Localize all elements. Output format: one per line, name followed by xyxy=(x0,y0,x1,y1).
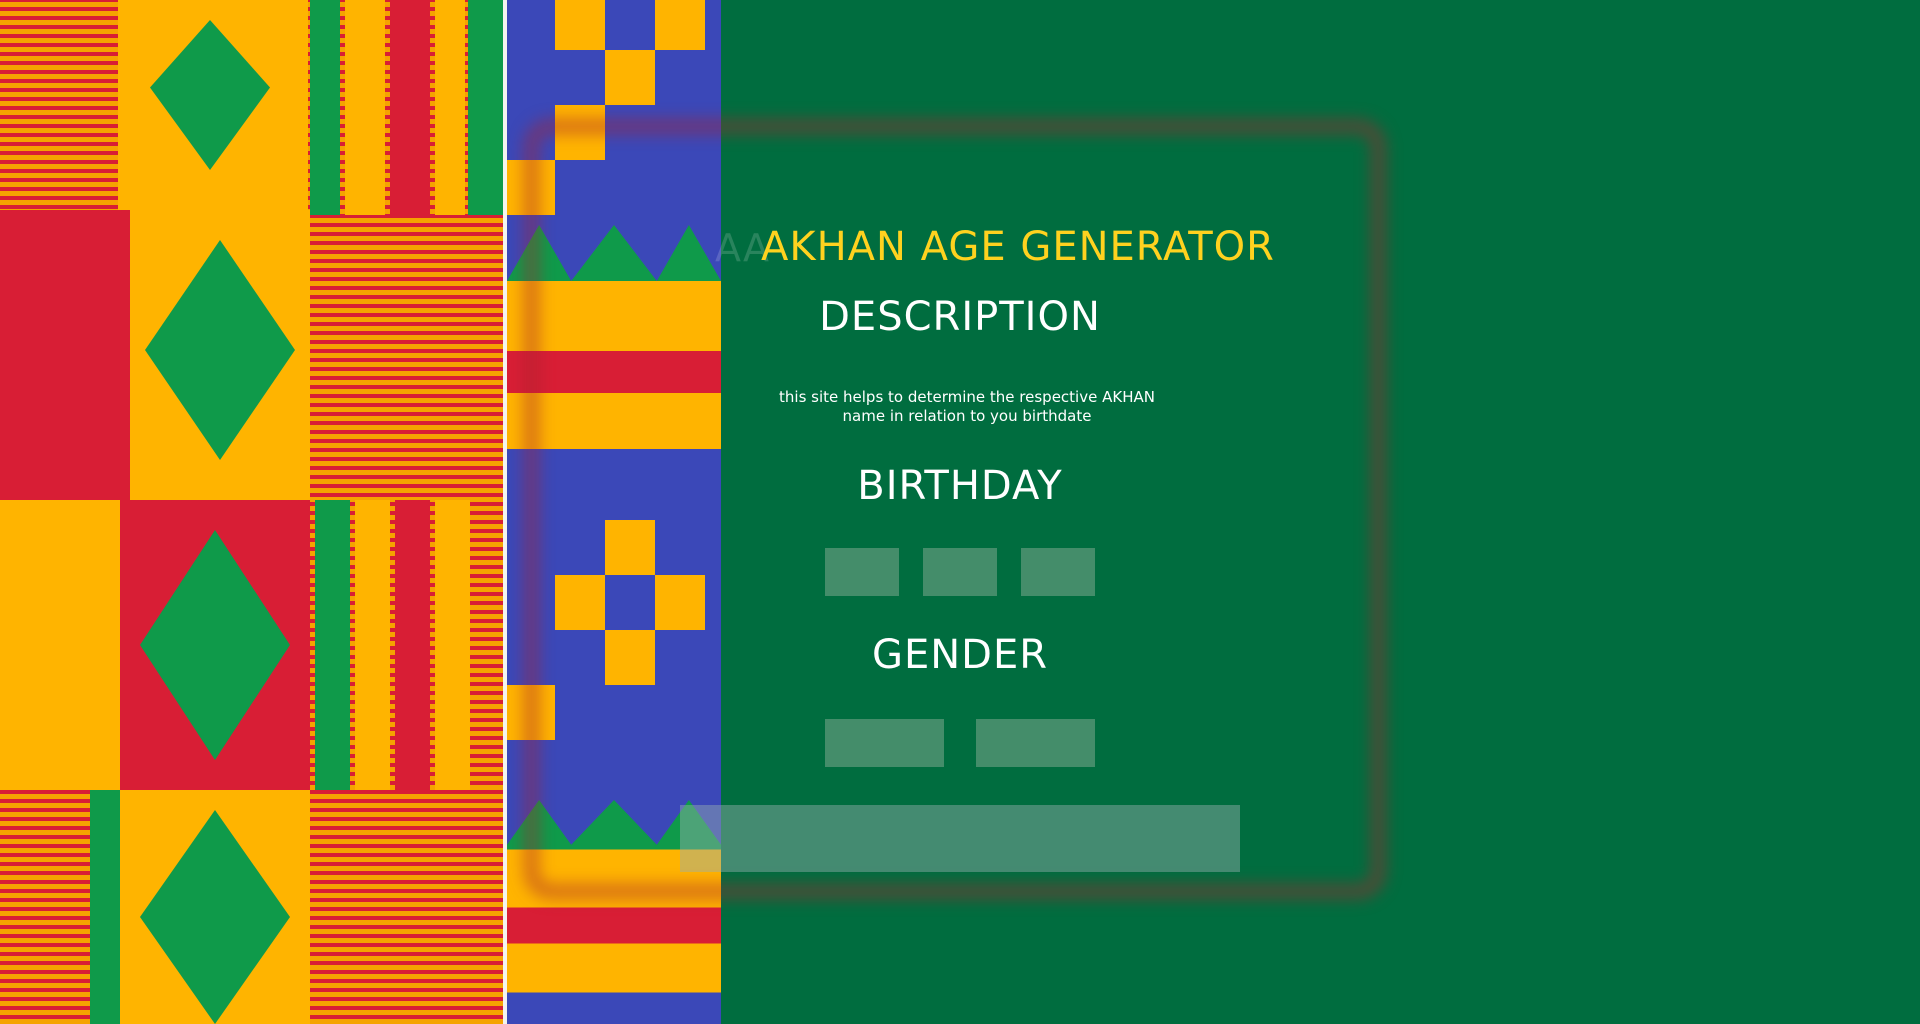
kente-gold-stripe xyxy=(435,500,470,790)
kente-gold-check xyxy=(555,0,605,50)
birthday-heading: BIRTHDAY xyxy=(857,463,1063,509)
page-title: AKHAN AGE GENERATOR xyxy=(761,224,1275,270)
kente-green-stripe xyxy=(315,500,350,790)
gender-male-input[interactable] xyxy=(825,719,944,767)
description-heading: DESCRIPTION xyxy=(819,294,1101,340)
kente-gold-stripe xyxy=(435,0,465,215)
kente-gold-check xyxy=(655,0,705,50)
description-text: this site helps to determine the respect… xyxy=(779,388,1155,425)
kente-red-block xyxy=(0,210,130,500)
kente-gold-check xyxy=(605,50,655,105)
gender-heading: GENDER xyxy=(871,632,1049,678)
birthday-year-input[interactable] xyxy=(1021,548,1095,596)
submit-button[interactable] xyxy=(680,805,1240,872)
gender-female-input[interactable] xyxy=(976,719,1095,767)
kente-red-stripe xyxy=(390,0,430,215)
kente-gold-stripe xyxy=(355,500,390,790)
kente-green-stripe xyxy=(468,0,503,215)
birthday-month-input[interactable] xyxy=(923,548,997,596)
kente-green-stripe xyxy=(90,790,120,1024)
kente-gold-block xyxy=(0,500,120,790)
birthday-day-input[interactable] xyxy=(825,548,899,596)
kente-gold-stripe xyxy=(345,0,385,215)
kente-red-stripe xyxy=(395,500,430,790)
kente-green-stripe xyxy=(310,0,340,215)
